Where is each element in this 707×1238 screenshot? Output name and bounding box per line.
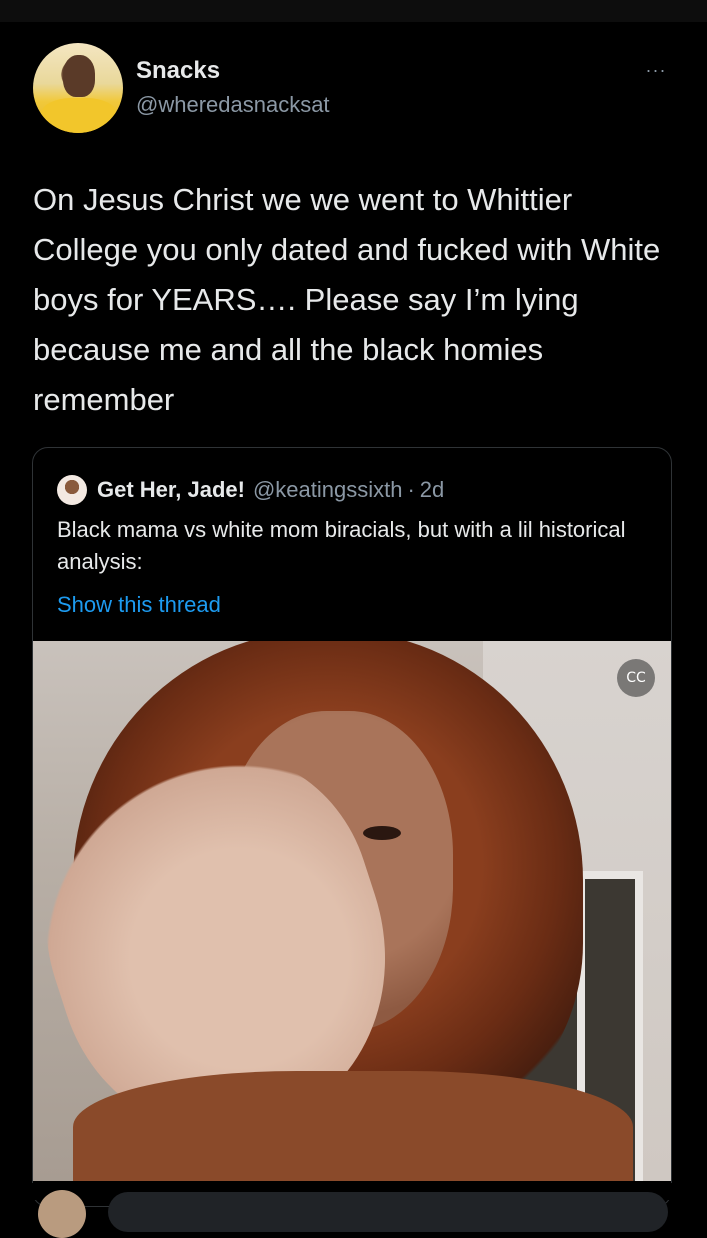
media-eye-right	[363, 826, 401, 840]
tweet-text: On Jesus Christ we we went to Whittier C…	[33, 182, 661, 417]
quoted-timestamp[interactable]: 2d	[420, 477, 444, 503]
more-options-icon[interactable]: ···	[640, 60, 672, 80]
author-name[interactable]: Snacks	[136, 57, 220, 85]
media-shirt	[73, 1071, 633, 1181]
avatar-shirt	[41, 98, 117, 133]
quoted-author-handle[interactable]: @keatingssixth	[253, 477, 403, 503]
author-handle[interactable]: @wheredasnacksat	[136, 92, 330, 118]
quoted-tweet-card[interactable]: Get Her, Jade! @keatingssixth · 2d Black…	[32, 447, 672, 1207]
top-status-strip	[0, 0, 707, 22]
reply-user-avatar[interactable]	[38, 1190, 86, 1238]
quoted-tweet-header: Get Her, Jade! @keatingssixth · 2d	[57, 472, 444, 508]
show-thread-link[interactable]: Show this thread	[57, 592, 221, 618]
quoted-author-name[interactable]: Get Her, Jade!	[97, 477, 245, 503]
avatar-face	[63, 55, 95, 97]
closed-captions-icon[interactable]: CC	[617, 659, 655, 697]
quoted-video-media[interactable]: CC	[33, 641, 671, 1181]
quoted-separator: ·	[407, 477, 415, 502]
quoted-author-avatar[interactable]	[57, 475, 87, 505]
author-avatar[interactable]	[33, 43, 123, 133]
quoted-tweet-text: Black mama vs white mom biracials, but w…	[57, 517, 626, 574]
reply-input[interactable]	[108, 1192, 668, 1232]
